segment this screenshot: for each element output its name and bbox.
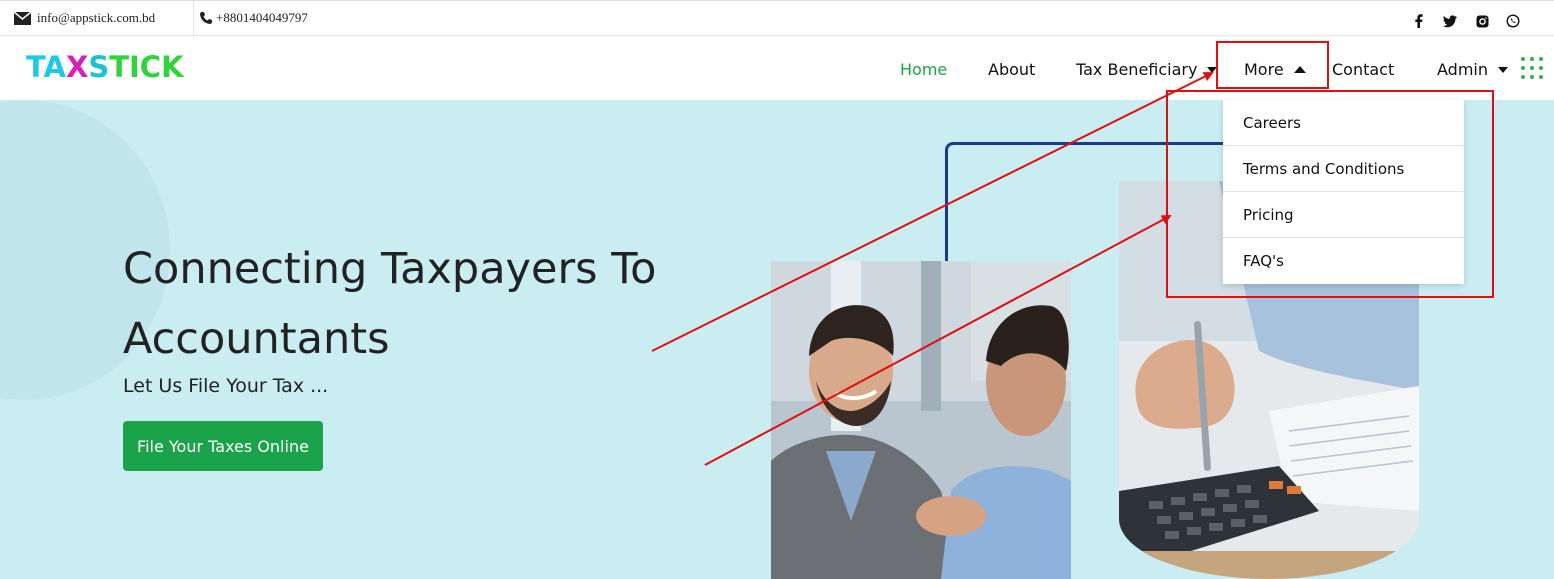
nav-more[interactable]: More [1244, 60, 1306, 79]
dropdown-item-careers[interactable]: Careers [1223, 100, 1464, 146]
nav-contact[interactable]: Contact [1332, 60, 1394, 79]
topbar-divider [193, 1, 194, 37]
hero-subtitle: Let Us File Your Tax ... [123, 375, 329, 397]
phone-icon [200, 12, 212, 24]
hero-title: Connecting Taxpayers To Accountants [123, 234, 743, 374]
instagram-icon[interactable] [1475, 14, 1489, 28]
nav-contact-label: Contact [1332, 60, 1395, 79]
taxstick-logo[interactable]: TA X S TICK [26, 50, 184, 84]
email-contact[interactable]: info@appstick.com.bd [14, 10, 155, 26]
envelope-icon [14, 11, 31, 25]
twitter-icon[interactable] [1443, 14, 1457, 28]
nav-more-label: More [1244, 60, 1284, 79]
dropdown-item-faqs[interactable]: FAQ's [1223, 238, 1464, 284]
chevron-down-icon [1498, 66, 1508, 73]
chevron-up-icon [1293, 66, 1306, 73]
hero-title-line1: Connecting Taxpayers To [123, 244, 657, 294]
phone-text: +8801404049797 [216, 10, 308, 25]
top-contact-bar: info@appstick.com.bd +8801404049797 [0, 0, 1554, 37]
hero-title-line2: Accountants [123, 314, 390, 364]
nav-admin[interactable]: Admin [1437, 60, 1508, 79]
phone-contact[interactable]: +8801404049797 [199, 10, 308, 26]
whatsapp-icon[interactable] [1506, 14, 1520, 28]
nav-tax-beneficiary[interactable]: Tax Beneficiary [1076, 60, 1218, 79]
file-taxes-button[interactable]: File Your Taxes Online [123, 421, 323, 471]
page: info@appstick.com.bd +8801404049797 TA X S… [0, 0, 1554, 579]
chevron-down-icon [1207, 66, 1218, 73]
nav-about[interactable]: About [988, 60, 1035, 79]
nav-home-label: Home [900, 60, 948, 79]
nav-tax-beneficiary-label: Tax Beneficiary [1076, 60, 1198, 79]
nav-admin-label: Admin [1437, 60, 1488, 79]
nav-about-label: About [988, 60, 1036, 79]
grid-menu-icon[interactable] [1521, 57, 1543, 79]
main-navbar: TA X S TICK Home About Tax Beneficiary More… [0, 36, 1554, 100]
dropdown-item-terms[interactable]: Terms and Conditions [1223, 146, 1464, 192]
handshake-photo [771, 261, 1071, 579]
email-text: info@appstick.com.bd [37, 10, 156, 25]
facebook-icon[interactable] [1412, 14, 1426, 28]
dropdown-item-pricing[interactable]: Pricing [1223, 192, 1464, 238]
nav-home[interactable]: Home [900, 60, 947, 79]
more-dropdown-menu: Careers Terms and Conditions Pricing FAQ… [1223, 100, 1464, 284]
